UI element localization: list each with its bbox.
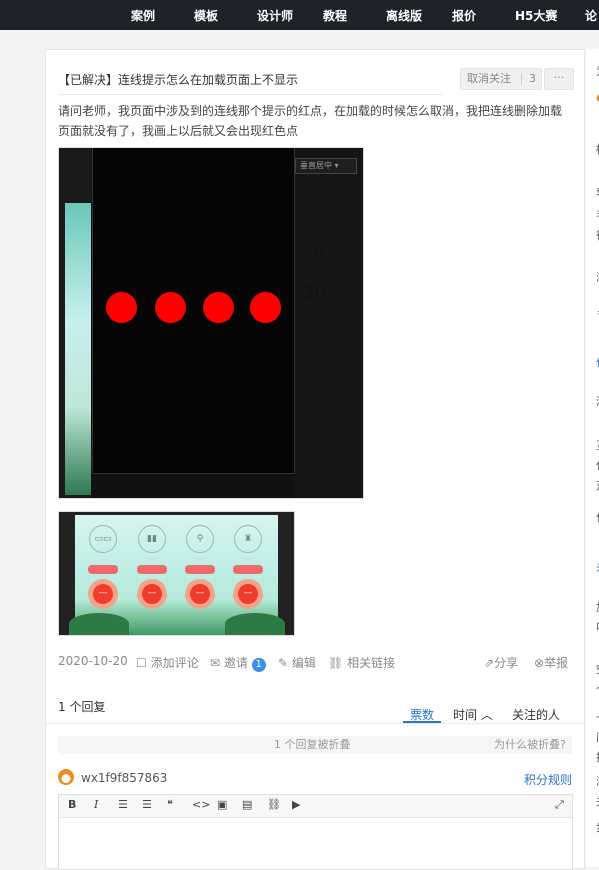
ordered-list-icon[interactable]: ☰: [118, 798, 128, 811]
red-hint-dot: [106, 292, 137, 323]
bold-icon[interactable]: B: [68, 798, 76, 811]
item-tag: [137, 565, 167, 574]
share-label: 分享: [494, 656, 519, 670]
item-circle-icon: ⚲: [186, 525, 214, 553]
minus-icon: —: [190, 584, 210, 604]
page-thumbnail: [65, 203, 91, 495]
nav-designers[interactable]: 设计师: [257, 7, 293, 24]
bullet-list-icon[interactable]: ☰: [142, 798, 152, 811]
link-icon[interactable]: ⛓: [267, 798, 281, 811]
hill-decoration: [69, 613, 129, 635]
tab-time[interactable]: 时间 ︿: [453, 706, 493, 723]
loading-page-preview: [92, 148, 295, 474]
edit-link[interactable]: ✎ 编辑: [278, 654, 316, 671]
hill-decoration: [225, 613, 285, 635]
unfollow-button[interactable]: 取消关注 3: [460, 68, 542, 90]
edit-label: 编辑: [291, 656, 316, 670]
red-hint-dot: —: [185, 579, 215, 609]
invite-badge: 1: [251, 658, 266, 672]
divider: [521, 73, 522, 85]
item-circle-icon: ♜: [234, 525, 262, 553]
item-tag: [88, 565, 118, 574]
avatar: [58, 769, 74, 785]
right-sidebar: 为 ● 标 导 手 径 浏 〒 作 浏 互 作 对 作 未 加 叫 空 个 一 …: [586, 49, 599, 867]
editor-right-panel: [295, 148, 363, 498]
page-scene: ▭▭ ▮▮ ⚲ ♜ — — — —: [69, 515, 285, 635]
nav-templates[interactable]: 模板: [194, 7, 218, 24]
more-button[interactable]: ···: [544, 68, 574, 90]
nav-h5-contest[interactable]: H5大赛: [515, 7, 557, 24]
minus-icon: —: [93, 584, 113, 604]
red-hint-dot: —: [233, 579, 263, 609]
value-bottom: 30: [303, 282, 326, 303]
why-folded-link[interactable]: 为什么被折叠?: [494, 736, 566, 754]
nav-tutorials[interactable]: 教程: [323, 7, 347, 24]
question-image-page[interactable]: ▭▭ ▮▮ ⚲ ♜ — — — —: [58, 511, 295, 636]
red-hint-dot: [155, 292, 186, 323]
reply-editor[interactable]: B I ☰ ☰ ❝ <> ▣ ▤ ⛓ ▶ ⤢: [58, 794, 573, 870]
question-card: 【已解决】连线提示怎么在加载页面上不显示 取消关注 3 ··· 请问老师，我页面…: [45, 49, 585, 870]
fullscreen-icon[interactable]: ⤢: [555, 798, 564, 812]
item-circle-icon: ▮▮: [138, 525, 166, 553]
red-hint-dot: —: [88, 579, 118, 609]
question-image-editor[interactable]: 垂直居中 ▾ 0 30: [58, 147, 364, 499]
code-icon[interactable]: <>: [192, 798, 210, 811]
top-nav: 案例 模板 设计师 教程 离线版 报价 H5大赛 论: [0, 0, 599, 30]
related-links-label: 相关链接: [347, 656, 396, 670]
tab-followed-people[interactable]: 关注的人: [512, 706, 560, 723]
image-icon[interactable]: ▣: [217, 798, 227, 811]
item-circle-icon: ▭▭: [89, 525, 117, 553]
related-links-link[interactable]: ⛓ 相关链接: [328, 654, 395, 671]
folded-replies-text: 1 个回复被折叠: [274, 738, 351, 751]
red-hint-dot: —: [137, 579, 167, 609]
video-icon[interactable]: ▶: [292, 798, 300, 811]
answers-count: 1 个回复: [58, 700, 106, 714]
report-link[interactable]: ⊗举报: [534, 654, 568, 671]
answers-divider: [46, 723, 584, 724]
attachment-icon[interactable]: ▤: [242, 798, 252, 811]
folded-replies-bar[interactable]: 1 个回复被折叠 为什么被折叠?: [58, 736, 572, 754]
reply-author-row: wx1f9f857863 积分规则: [58, 767, 572, 787]
question-body: 请问老师，我页面中涉及到的连线那个提示的红点，在加载的时候怎么取消，我把连线删除…: [58, 104, 563, 138]
nav-cases[interactable]: 案例: [131, 7, 155, 24]
quote-icon[interactable]: ❝: [167, 798, 173, 811]
nav-offline[interactable]: 离线版: [386, 7, 422, 24]
report-label: 举报: [544, 656, 569, 670]
italic-icon[interactable]: I: [94, 798, 98, 811]
minus-icon: —: [238, 584, 258, 604]
item-tag: [233, 565, 263, 574]
minus-icon: —: [142, 584, 162, 604]
nav-forum[interactable]: 论: [585, 7, 597, 24]
title-divider: [58, 94, 442, 95]
add-comment-label: 添加评论: [150, 656, 199, 670]
value-top: 0: [313, 244, 325, 265]
item-tag: [185, 565, 215, 574]
red-hint-dot: [250, 292, 281, 323]
align-dropdown: 垂直居中 ▾: [295, 158, 357, 174]
red-hint-dot: [203, 292, 234, 323]
post-date: 2020-10-20: [58, 654, 128, 668]
follow-count: 3: [529, 72, 536, 85]
invite-label: 邀请: [223, 656, 248, 670]
invite-link[interactable]: ✉ 邀请 1: [210, 654, 266, 672]
nav-pricing[interactable]: 报价: [452, 7, 476, 24]
points-rules-link[interactable]: 积分规则: [524, 771, 572, 788]
add-comment-link[interactable]: ☐ 添加评论: [136, 654, 199, 671]
share-link[interactable]: ⇗分享: [484, 654, 518, 671]
username: wx1f9f857863: [81, 771, 168, 785]
question-title: 【已解决】连线提示怎么在加载页面上不显示: [58, 73, 299, 87]
unfollow-label: 取消关注: [467, 72, 511, 85]
editor-toolbar: B I ☰ ☰ ❝ <> ▣ ▤ ⛓ ▶ ⤢: [59, 795, 572, 818]
